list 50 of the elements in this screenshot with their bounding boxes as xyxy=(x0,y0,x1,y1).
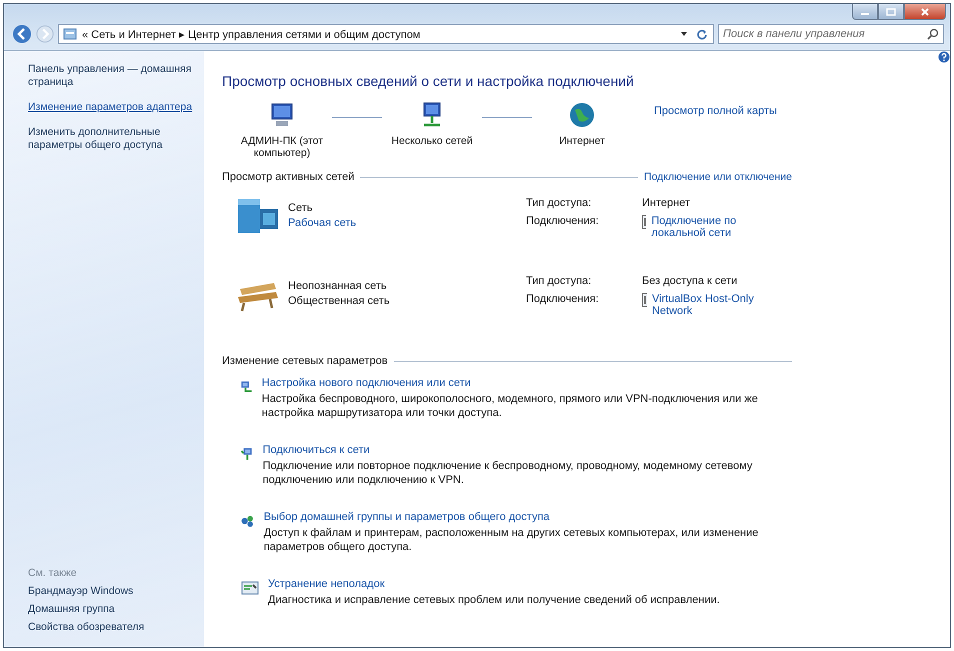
connections-label: Подключения: xyxy=(526,215,600,227)
close-icon xyxy=(920,8,930,16)
adapter-icon xyxy=(642,293,647,307)
sidebar-link[interactable]: Панель управления — домашняя страница xyxy=(28,63,194,89)
address-bar[interactable]: « Сеть и Интернет ▸ Центр управления сетями и общим доступом xyxy=(58,24,714,44)
see-also-heading: См. также xyxy=(28,567,78,579)
task-description: Настройка беспроводного, широкополосного, модемного, прямого или VPN-подключения или же настройка маршрутизатора или точки доступа. xyxy=(262,392,759,420)
back-button[interactable] xyxy=(12,24,32,44)
map-node-label: АДМИН-ПК (этот компьютер) xyxy=(240,135,324,159)
sidebar-link[interactable]: Изменение параметров адаптера xyxy=(28,101,194,114)
network-name: Неопознанная сеть xyxy=(288,280,388,292)
adapter-icon xyxy=(642,215,646,229)
map-node-label: Несколько сетей xyxy=(390,135,474,147)
search-field[interactable]: Поиск в панели управления xyxy=(718,24,944,44)
see-also-link[interactable]: Брандмауэр Windows xyxy=(28,585,194,597)
network-name: Сеть xyxy=(288,202,314,214)
network-type: Общественная сеть xyxy=(288,294,390,306)
task-description: Подключение или повторное подключение к беспроводному, проводному, модемному сетевому подключению или подключению к VPN. xyxy=(262,459,754,487)
task-description: Диагностика и исправление сетевых проблем или получение сведений об исправлении. xyxy=(268,593,720,607)
connect-disconnect-link[interactable]: Подключение или отключение xyxy=(644,171,792,183)
access-type-label: Тип доступа: xyxy=(526,275,592,287)
see-also-link[interactable]: Домашняя группа xyxy=(28,603,194,615)
connection-link[interactable]: Подключение по локальной сети xyxy=(651,215,772,239)
task-link[interactable]: Устранение неполадок xyxy=(268,578,720,590)
page-title: Просмотр основных сведений о сети и настройка подключений xyxy=(222,73,635,89)
section-heading: Изменение сетевых параметров xyxy=(222,355,388,367)
map-node-label: Интернет xyxy=(558,135,606,147)
connection-link[interactable]: VirtualBox Host-Only Network xyxy=(652,293,772,317)
see-also-link[interactable]: Свойства обозревателя xyxy=(28,621,194,633)
search-icon xyxy=(927,28,939,40)
refresh-icon[interactable] xyxy=(695,28,709,40)
section-heading: Просмотр активных сетей xyxy=(222,171,354,183)
sidebar-link[interactable]: Изменить дополнительные параметры общего доступа xyxy=(28,126,194,152)
task-link[interactable]: Настройка нового подключения или сети xyxy=(262,377,770,389)
access-type-label: Тип доступа: xyxy=(526,197,592,209)
control-panel-icon xyxy=(63,28,77,40)
maximize-icon xyxy=(886,8,896,16)
help-icon[interactable] xyxy=(938,51,950,63)
network-type-link[interactable]: Рабочая сеть xyxy=(288,216,356,228)
close-button[interactable] xyxy=(904,4,946,20)
minimize-button[interactable] xyxy=(852,4,878,20)
task-description: Доступ к файлам и принтерам, расположенным на других сетевых компьютерах, или изменение параметров общего доступа. xyxy=(264,526,760,554)
task-link[interactable]: Выбор домашней группы и параметров общего доступа xyxy=(264,511,770,523)
connections-label: Подключения: xyxy=(526,293,600,305)
globe-icon xyxy=(567,101,597,129)
access-type-value: Интернет xyxy=(642,197,691,209)
task-link[interactable]: Подключиться к сети xyxy=(262,444,770,456)
full-map-link[interactable]: Просмотр полной карты xyxy=(654,105,777,117)
maximize-button[interactable] xyxy=(878,4,904,20)
access-type-value: Без доступа к сети xyxy=(642,275,738,287)
